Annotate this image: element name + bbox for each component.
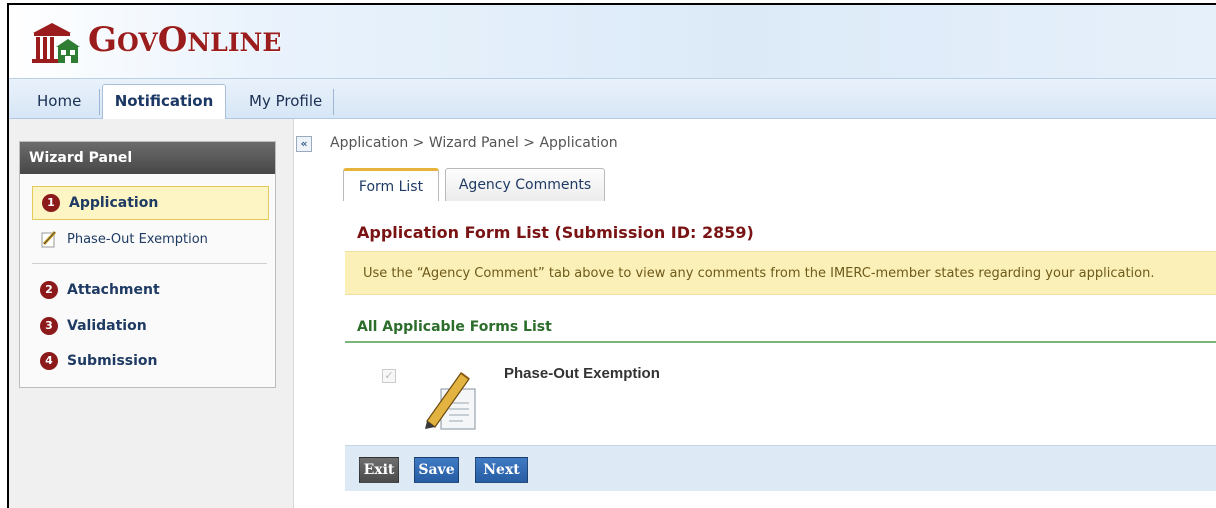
next-button[interactable]: Next <box>475 457 528 483</box>
tab-agency-comments[interactable]: Agency Comments <box>445 168 605 201</box>
wizard-subitem-label: Phase-Out Exemption <box>67 231 208 247</box>
pencil-form-icon <box>41 230 57 248</box>
wizard-step-label: Application <box>69 195 159 211</box>
tab-notification[interactable]: Notification <box>102 84 226 121</box>
step-number-badge: 4 <box>40 352 58 370</box>
wizard-step-application[interactable]: 1 Application <box>32 186 269 220</box>
exit-button[interactable]: Exit <box>359 457 399 483</box>
tab-separator <box>99 89 100 115</box>
save-button[interactable]: Save <box>414 457 459 483</box>
step-number-badge: 3 <box>40 317 58 335</box>
courthouse-icon <box>32 23 80 63</box>
step-number-badge: 1 <box>42 194 60 212</box>
heading-underline <box>345 341 1216 343</box>
forms-heading: All Applicable Forms List <box>357 319 552 335</box>
form-name-label[interactable]: Phase-Out Exemption <box>504 365 660 382</box>
tab-my-profile[interactable]: My Profile <box>235 85 336 120</box>
step-number-badge: 2 <box>40 281 58 299</box>
action-bar: Exit Save Next <box>345 445 1216 491</box>
tab-separator <box>333 89 334 115</box>
form-checkbox[interactable]: ✓ <box>382 369 396 383</box>
app-header: GOVONLINE <box>9 5 1216 78</box>
wizard-panel-title: Wizard Panel <box>20 142 275 174</box>
wizard-step-label: Submission <box>67 353 158 369</box>
page-title: Application Form List (Submission ID: 28… <box>357 223 754 242</box>
top-nav-bar: Home Notification My Profile <box>9 78 1216 121</box>
app-window: GOVONLINE Home Notification My Profile W… <box>7 3 1216 508</box>
wizard-step-validation[interactable]: 3 Validation <box>31 310 147 342</box>
wizard-step-submission[interactable]: 4 Submission <box>31 345 158 377</box>
govonline-logo[interactable]: GOVONLINE <box>30 20 281 65</box>
wizard-step-label: Validation <box>67 318 147 334</box>
wizard-panel: Wizard Panel 1 Application Phase-Out Exe… <box>19 141 276 388</box>
wizard-step-label: Attachment <box>67 282 160 298</box>
logo-wordmark: GOVONLINE <box>88 19 282 60</box>
wizard-divider <box>32 263 267 264</box>
wizard-step-attachment[interactable]: 2 Attachment <box>31 274 160 306</box>
pencil-document-icon[interactable] <box>421 365 483 431</box>
info-notice: Use the “Agency Comment” tab above to vi… <box>345 251 1216 295</box>
collapse-panel-button[interactable]: « <box>296 136 312 152</box>
tab-form-list[interactable]: Form List <box>343 168 439 201</box>
breadcrumb: Application > Wizard Panel > Application <box>330 135 618 151</box>
left-sidebar: Wizard Panel 1 Application Phase-Out Exe… <box>9 119 294 508</box>
tab-home[interactable]: Home <box>23 85 95 120</box>
wizard-subitem-phase-out-exemption[interactable]: Phase-Out Exemption <box>31 223 208 255</box>
